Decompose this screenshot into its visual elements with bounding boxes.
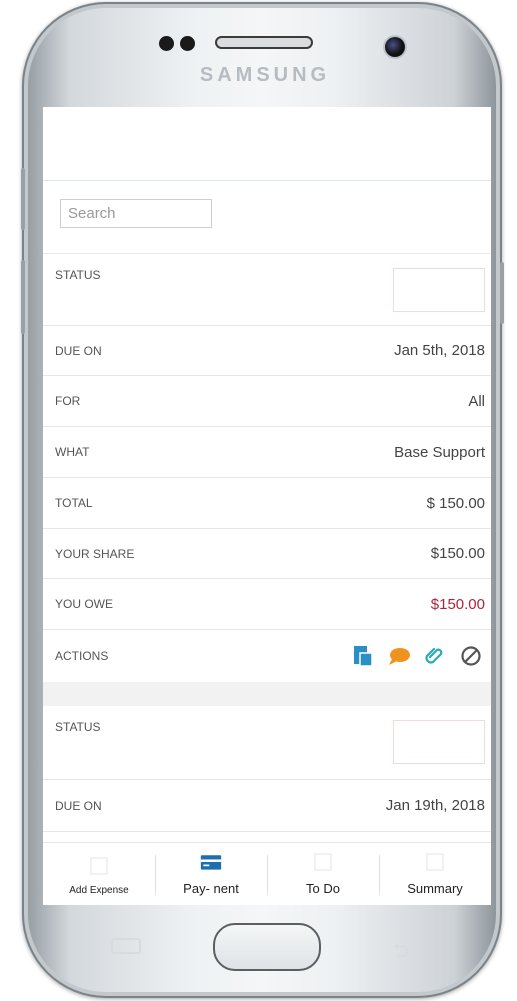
due-label: DUE ON (55, 343, 102, 358)
tab-label: Summary (407, 881, 463, 896)
for-row: FOR All (43, 376, 491, 427)
tab-label: To Do (306, 881, 340, 896)
owe-label: YOU OWE (55, 597, 114, 611)
front-camera (385, 37, 405, 57)
search-input[interactable]: Search (60, 199, 212, 228)
status-badge (393, 268, 485, 312)
recent-apps-key[interactable] (111, 938, 141, 954)
what-value: Base Support (394, 443, 485, 461)
brand-logo: SAMSUNG (199, 64, 331, 86)
search-row: Search (43, 181, 491, 254)
for-value: All (468, 392, 485, 410)
due-row: DUE ON Jan 19th, 2018 (43, 780, 491, 832)
what-label: WHAT (55, 445, 90, 459)
comment-icon[interactable] (387, 644, 411, 668)
earpiece-speaker (215, 36, 313, 49)
status-label: STATUS (55, 720, 101, 734)
status-label: STATUS (55, 268, 101, 282)
back-key-icon[interactable]: ⮌ (393, 936, 409, 970)
app-header (43, 107, 491, 181)
status-row: STATUS (43, 706, 491, 780)
share-value: $150.00 (430, 545, 485, 562)
cancel-icon[interactable] (459, 644, 483, 668)
sensor-dot (159, 36, 174, 51)
card-separator (43, 682, 491, 706)
document-icon[interactable] (351, 644, 375, 668)
app-screen: Search STATUS DUE ON Jan 5th, 2018 FOR A… (43, 107, 491, 905)
due-value: Jan 19th, 2018 (385, 797, 485, 814)
status-badge (393, 720, 485, 764)
power-button (500, 262, 504, 324)
owe-row: YOU OWE $150.00 (43, 579, 491, 630)
total-row: TOTAL $ 150.00 (43, 478, 491, 529)
tab-summary[interactable]: Summary (379, 843, 491, 905)
actions-label: ACTIONS (55, 649, 109, 663)
bottom-tab-bar: Add Expense Pay‐ nent To Do Summary (43, 842, 491, 905)
attachment-icon[interactable] (423, 644, 447, 668)
volume-button (21, 168, 25, 230)
bixby-button (21, 260, 25, 334)
actions-row: ACTIONS (43, 630, 491, 682)
due-row: DUE ON Jan 5th, 2018 (43, 326, 491, 376)
for-label: FOR (55, 394, 81, 408)
todo-icon (314, 853, 332, 871)
what-row: WHAT Base Support (43, 427, 491, 478)
due-value: Jan 5th, 2018 (394, 342, 485, 359)
tab-payment[interactable]: Pay‐ nent (155, 843, 267, 905)
tab-label: Add Expense (69, 885, 129, 896)
tab-label: Pay‐ nent (183, 881, 239, 896)
add-expense-icon (90, 857, 108, 875)
due-label: DUE ON (55, 798, 102, 813)
status-row: STATUS (43, 254, 491, 326)
total-value: $ 150.00 (426, 494, 485, 512)
summary-icon (426, 853, 444, 871)
tab-todo[interactable]: To Do (267, 843, 379, 905)
share-label: YOUR SHARE (55, 546, 135, 561)
share-row: YOUR SHARE $150.00 (43, 529, 491, 579)
home-button[interactable] (213, 923, 321, 971)
tab-add-expense[interactable]: Add Expense (43, 843, 155, 905)
owe-value: $150.00 (430, 595, 485, 613)
total-label: TOTAL (55, 496, 93, 510)
action-icons (351, 644, 485, 668)
card-icon (200, 855, 222, 870)
sensor-dot (180, 36, 195, 51)
